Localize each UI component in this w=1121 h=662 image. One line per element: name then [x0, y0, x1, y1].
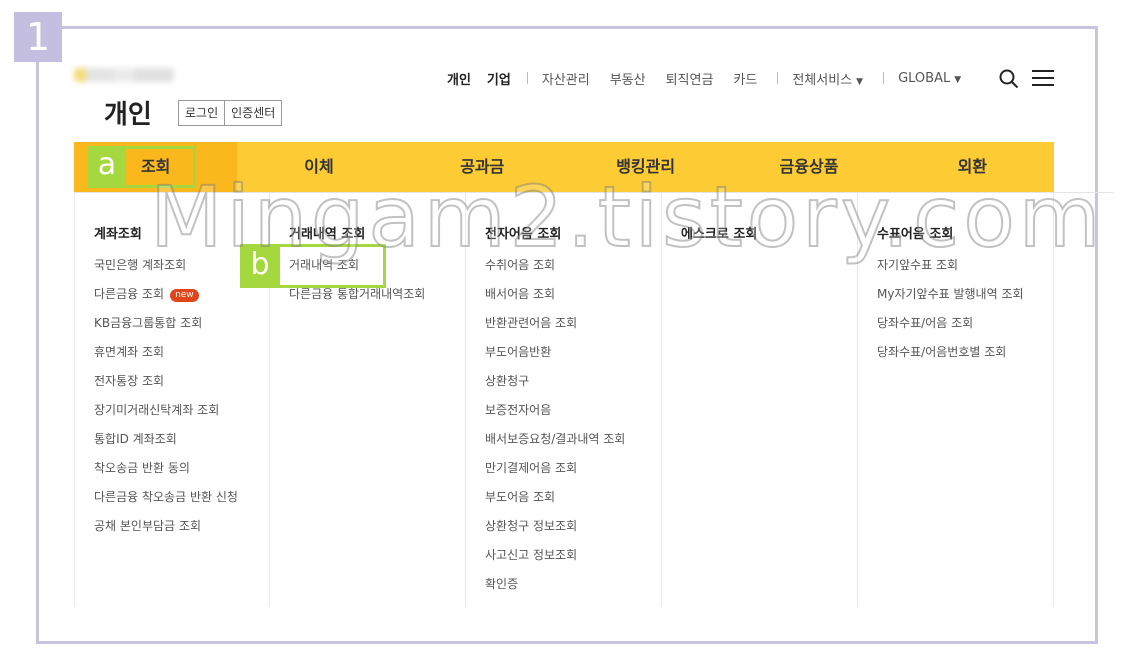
menu-item[interactable]: 전자통장 조회 [94, 371, 269, 400]
caret-down-icon: ▼ [954, 74, 962, 85]
divider [883, 72, 885, 84]
search-icon [999, 69, 1019, 89]
column-title[interactable]: 에스크로 조회 [681, 223, 857, 243]
hamburger-icon [1032, 70, 1054, 86]
column-title[interactable]: 전자어음 조회 [485, 223, 661, 243]
page-title: 개인 [104, 100, 152, 130]
menu-item[interactable]: 휴면계좌 조회 [94, 342, 269, 371]
nav-business[interactable]: 기업 [487, 69, 511, 88]
step-number-badge: 1 [14, 12, 62, 62]
cert-center-button[interactable]: 인증센터 [224, 101, 282, 125]
nav-personal[interactable]: 개인 [447, 69, 471, 88]
nav-all-services-label: 전체서비스 [792, 72, 853, 88]
menu-item[interactable]: 부도어음반환 [485, 342, 661, 371]
tab-financial-products[interactable]: 금융상품 [727, 142, 890, 192]
menu-item[interactable]: 장기미거래신탁계좌 조회 [94, 400, 269, 429]
callout-b-label: b [240, 244, 280, 288]
callout-a-highlight: a [88, 146, 196, 188]
column-title[interactable]: 거래내역 조회 [289, 223, 465, 243]
caret-down-icon: ▼ [856, 76, 864, 87]
mega-menu: 계좌조회 국민은행 계좌조회 다른금융 조회 new KB금융그룹통합 조회 휴면… [74, 193, 1054, 607]
menu-item[interactable]: 보증전자어음 [485, 400, 661, 429]
menu-column-check: 수표어음 조회 자기앞수표 조회 My자기앞수표 발행내역 조회 당좌수표/어음… [858, 193, 1054, 607]
nav-card[interactable]: 카드 [733, 69, 757, 88]
menu-item[interactable]: 만기결제어음 조회 [485, 458, 661, 487]
login-button[interactable]: 로그인 [179, 101, 225, 125]
menu-item[interactable]: 부도어음 조회 [485, 487, 661, 516]
menu-item[interactable]: 다른금융 통합거래내역조회 [289, 284, 465, 313]
bank-logo[interactable] [74, 68, 174, 82]
callout-a-label: a [88, 146, 126, 188]
nav-global[interactable]: GLOBAL ▼ [898, 71, 961, 86]
menu-item[interactable]: 당좌수표/어음 조회 [877, 313, 1053, 342]
menu-item[interactable]: 당좌수표/어음번호별 조회 [877, 342, 1053, 371]
nav-global-label: GLOBAL [898, 70, 951, 86]
nav-all-services[interactable]: 전체서비스 ▼ [792, 69, 863, 88]
menu-item[interactable]: 사고신고 정보조회 [485, 545, 661, 574]
menu-item[interactable]: 배서어음 조회 [485, 284, 661, 313]
menu-item[interactable]: 자기앞수표 조회 [877, 255, 1053, 284]
menu-item[interactable]: 공채 본인부담금 조회 [94, 516, 269, 545]
tab-banking-management[interactable]: 뱅킹관리 [564, 142, 727, 192]
column-title[interactable]: 계좌조회 [94, 223, 269, 243]
menu-item[interactable]: 수취어음 조회 [485, 255, 661, 284]
menu-item[interactable]: 상환청구 [485, 371, 661, 400]
menu-item[interactable]: 통합ID 계좌조회 [94, 429, 269, 458]
nav-asset-management[interactable]: 자산관리 [542, 69, 590, 88]
menu-item[interactable]: 배서보증요청/결과내역 조회 [485, 429, 661, 458]
auth-buttons: 로그인 인증센터 [178, 100, 283, 126]
nav-real-estate[interactable]: 부동산 [610, 69, 646, 88]
menu-item-label: 다른금융 조회 [94, 287, 165, 301]
menu-button[interactable] [1032, 70, 1054, 88]
menu-item[interactable]: 반환관련어음 조회 [485, 313, 661, 342]
menu-item[interactable]: 상환청구 정보조회 [485, 516, 661, 545]
menu-item[interactable]: KB금융그룹통합 조회 [94, 313, 269, 342]
divider [777, 72, 779, 84]
menu-item[interactable]: 착오송금 반환 동의 [94, 458, 269, 487]
main-nav: 조회 이체 공과금 뱅킹관리 금융상품 외환 [74, 142, 1054, 192]
search-button[interactable] [998, 68, 1020, 90]
callout-b-highlight: b [240, 244, 386, 288]
menu-item[interactable]: 다른금융 조회 new [94, 284, 269, 313]
tab-utility-bills[interactable]: 공과금 [401, 142, 564, 192]
divider [526, 72, 528, 84]
menu-item[interactable]: My자기앞수표 발행내역 조회 [877, 284, 1053, 313]
menu-column-e-bill: 전자어음 조회 수취어음 조회 배서어음 조회 반환관련어음 조회 부도어음반환… [466, 193, 662, 607]
menu-item[interactable]: 다른금융 착오송금 반환 신청 [94, 487, 269, 516]
column-title[interactable]: 수표어음 조회 [877, 223, 1053, 243]
menu-column-escrow: 에스크로 조회 [662, 193, 858, 607]
nav-pension[interactable]: 퇴직연금 [666, 69, 714, 88]
tab-transfer[interactable]: 이체 [237, 142, 400, 192]
new-badge: new [170, 289, 199, 302]
tab-foreign-exchange[interactable]: 외환 [891, 142, 1054, 192]
utility-nav: 개인 기업 자산관리 부동산 퇴직연금 카드 전체서비스 ▼ GLOBAL ▼ [447, 68, 981, 88]
menu-item[interactable]: 확인증 [485, 574, 661, 603]
